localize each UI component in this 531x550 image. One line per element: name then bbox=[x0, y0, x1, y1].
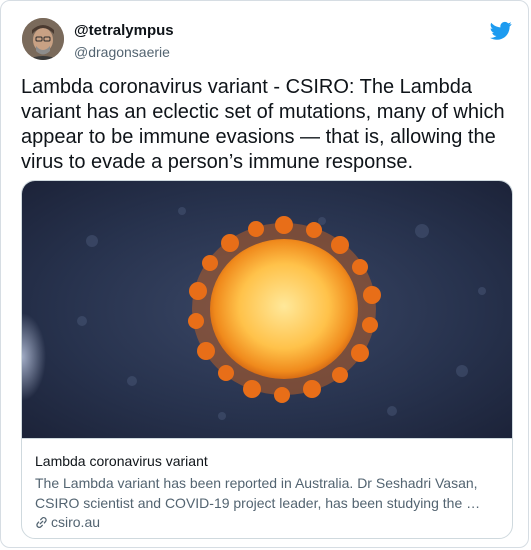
link-icon bbox=[35, 516, 48, 532]
tweet-card[interactable]: @tetralympus @dragonsaerie Lambda corona… bbox=[0, 0, 529, 548]
card-domain[interactable]: csiro.au bbox=[35, 514, 100, 532]
card-divider bbox=[22, 438, 512, 439]
card-domain-text[interactable]: csiro.au bbox=[51, 514, 100, 530]
avatar[interactable] bbox=[22, 18, 64, 60]
card-description[interactable]: The Lambda variant has been reported in … bbox=[35, 473, 503, 513]
tweet-text: Lambda coronavirus variant - CSIRO: The … bbox=[21, 76, 505, 173]
user-username[interactable]: @dragonsaerie bbox=[74, 44, 170, 60]
link-preview-card[interactable]: Lambda coronavirus variant The Lambda va… bbox=[21, 180, 513, 539]
card-title[interactable]: Lambda coronavirus variant bbox=[35, 453, 208, 469]
twitter-bird-icon[interactable] bbox=[489, 21, 512, 41]
card-image[interactable] bbox=[22, 181, 512, 438]
user-display-handle[interactable]: @tetralympus bbox=[74, 22, 174, 39]
